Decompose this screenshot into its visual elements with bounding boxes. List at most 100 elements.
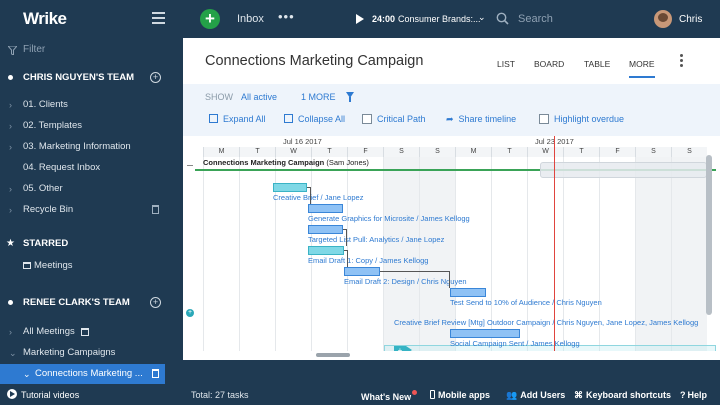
share-timeline-button[interactable]: ➦ Share timeline	[446, 114, 516, 125]
day-header: M	[455, 147, 491, 157]
bottom-bar: Tutorial videos Total: 27 tasks What's N…	[0, 385, 720, 405]
project-icon	[152, 369, 159, 378]
team-label: CHRIS NGUYEN'S TEAM	[23, 72, 134, 83]
sidebar-item-templates[interactable]: › 02. Templates	[0, 116, 183, 136]
expand-all-button[interactable]: Expand All	[209, 114, 266, 124]
play-circle-icon	[7, 389, 17, 399]
sidebar-item-other[interactable]: › 05. Other	[0, 179, 183, 199]
chevron-right-icon[interactable]: ›	[9, 116, 12, 136]
task-bar[interactable]	[308, 246, 344, 255]
checkbox-icon	[539, 114, 549, 124]
tab-more[interactable]: MORE	[629, 59, 655, 78]
dependency-connector	[344, 250, 348, 267]
whats-new-link[interactable]: What's New	[361, 390, 418, 402]
more-filters-button[interactable]: 1 MORE	[301, 92, 336, 102]
task-label[interactable]: Test Send to 10% of Audience / Chris Ngu…	[450, 298, 602, 307]
task-bar[interactable]	[308, 225, 343, 234]
wrike-logo[interactable]: Wrike	[23, 9, 67, 29]
sidebar-item-connections-marketing[interactable]: ⌄ Connections Marketing ...	[0, 364, 165, 384]
sidebar-team-renee[interactable]: RENEE CLARK'S TEAM +	[0, 293, 183, 313]
vertical-scrollbar[interactable]	[706, 155, 712, 315]
highlight-overdue-checkbox[interactable]: Highlight overdue	[539, 114, 624, 124]
day-header: T	[311, 147, 347, 157]
add-new-button[interactable]: +	[200, 9, 220, 29]
task-bar[interactable]	[450, 288, 486, 297]
chevron-right-icon[interactable]: ›	[9, 200, 12, 220]
mobile-apps-link[interactable]: Mobile apps	[430, 390, 490, 400]
critical-path-checkbox[interactable]: Critical Path	[362, 114, 426, 124]
task-bar[interactable]	[344, 267, 380, 276]
avatar[interactable]	[654, 10, 672, 28]
project-row-name: Connections Marketing Campaign	[203, 158, 325, 167]
timer-play-icon[interactable]	[356, 14, 364, 24]
sidebar-item-all-meetings[interactable]: › All Meetings	[0, 322, 183, 342]
day-header: W	[275, 147, 311, 157]
team-dot-icon	[8, 75, 13, 80]
add-users-label: Add Users	[520, 390, 566, 400]
sidebar-item-clients[interactable]: › 01. Clients	[0, 95, 183, 115]
inbox-link[interactable]: Inbox	[237, 13, 264, 25]
funnel-icon[interactable]	[346, 92, 354, 102]
sidebar-team-chris[interactable]: CHRIS NGUYEN'S TEAM +	[0, 68, 183, 88]
critical-path-label: Critical Path	[377, 114, 426, 124]
collapse-all-button[interactable]: Collapse All	[284, 114, 345, 124]
sidebar-starred[interactable]: ★ STARRED	[0, 234, 183, 254]
keyboard-shortcuts-link[interactable]: ⌘ Keyboard shortcuts	[574, 390, 671, 401]
timer-task-name[interactable]: Consumer Brands:...	[398, 14, 481, 24]
task-label[interactable]: Creative Brief Review [Mtg] Outdoor Camp…	[394, 318, 698, 327]
day-header: W	[527, 147, 563, 157]
sidebar-item-recycle-bin[interactable]: › Recycle Bin	[0, 200, 183, 220]
horizontal-scrollbar[interactable]	[316, 353, 350, 357]
gantt-chart: Jul 16 2017 Jul 23 2017 M T W T F S S M T W T F S S Con…	[195, 136, 718, 351]
key-icon: ⌘	[574, 390, 583, 400]
task-label[interactable]: Social Campaign Sent / James Kellogg	[450, 339, 580, 348]
filter-icon	[8, 46, 17, 55]
help-label: Help	[687, 390, 708, 400]
collapse-row-icon[interactable]	[187, 165, 193, 166]
tutorial-label: Tutorial videos	[21, 390, 80, 400]
chevron-down-icon[interactable]: ⌄	[23, 364, 31, 384]
tutorial-videos-link[interactable]: Tutorial videos	[7, 389, 79, 400]
more-menu-button[interactable]: •••	[278, 9, 295, 24]
sidebar-item-marketing-campaigns[interactable]: ⌄ Marketing Campaigns	[0, 343, 183, 363]
filter-placeholder: Filter	[23, 44, 46, 55]
checkbox-icon	[362, 114, 372, 124]
task-label[interactable]: Email Draft 1: Copy / James Kellogg	[308, 256, 428, 265]
help-link[interactable]: ? Help	[680, 390, 707, 400]
user-name[interactable]: Chris	[679, 14, 702, 25]
timeline-minimap[interactable]	[540, 162, 707, 178]
add-task-icon[interactable]: +	[186, 309, 194, 317]
chevron-right-icon[interactable]: ›	[9, 95, 12, 115]
sidebar-item-meetings[interactable]: Meetings	[0, 256, 183, 276]
chevron-down-icon[interactable]: ⌄	[9, 343, 17, 363]
sidebar-item-request-inbox[interactable]: 04. Request Inbox	[0, 158, 183, 178]
expand-all-label: Expand All	[223, 114, 266, 124]
task-label[interactable]: Creative Brief / Jane Lopez	[273, 193, 363, 202]
add-users-link[interactable]: 👥 Add Users	[506, 390, 565, 401]
sidebar: Filter CHRIS NGUYEN'S TEAM + › 01. Client…	[0, 38, 183, 385]
project-row[interactable]: Connections Marketing Campaign (Sam Jone…	[203, 158, 369, 167]
add-folder-icon[interactable]: +	[150, 72, 161, 83]
chevron-right-icon[interactable]: ›	[9, 179, 12, 199]
sidebar-item-label: 05. Other	[23, 183, 63, 194]
chevron-right-icon[interactable]: ›	[9, 137, 12, 157]
show-filter-dropdown[interactable]: All active	[241, 92, 277, 102]
task-label[interactable]: Generate Graphics for Microsite / James …	[308, 214, 470, 223]
task-label[interactable]: Targeted List Pull: Analytics / Jane Lop…	[308, 235, 444, 244]
tab-board[interactable]: BOARD	[534, 59, 564, 69]
today-line	[554, 136, 555, 351]
chevron-down-icon[interactable]: ⌄	[478, 12, 486, 23]
sidebar-item-marketing-information[interactable]: › 03. Marketing Information	[0, 137, 183, 157]
task-bar[interactable]	[273, 183, 307, 192]
task-bar[interactable]	[308, 204, 343, 213]
kebab-menu-icon[interactable]	[680, 54, 683, 68]
hamburger-menu-icon[interactable]	[152, 12, 165, 24]
tab-table[interactable]: TABLE	[584, 59, 610, 69]
day-header: S	[671, 147, 707, 157]
add-folder-icon[interactable]: +	[150, 297, 161, 308]
task-bar[interactable]	[450, 329, 520, 338]
add-icon[interactable]: +	[394, 346, 406, 351]
tab-list[interactable]: LIST	[497, 59, 515, 69]
chevron-right-icon[interactable]: ›	[9, 322, 12, 342]
search-input[interactable]: Search	[496, 11, 636, 28]
